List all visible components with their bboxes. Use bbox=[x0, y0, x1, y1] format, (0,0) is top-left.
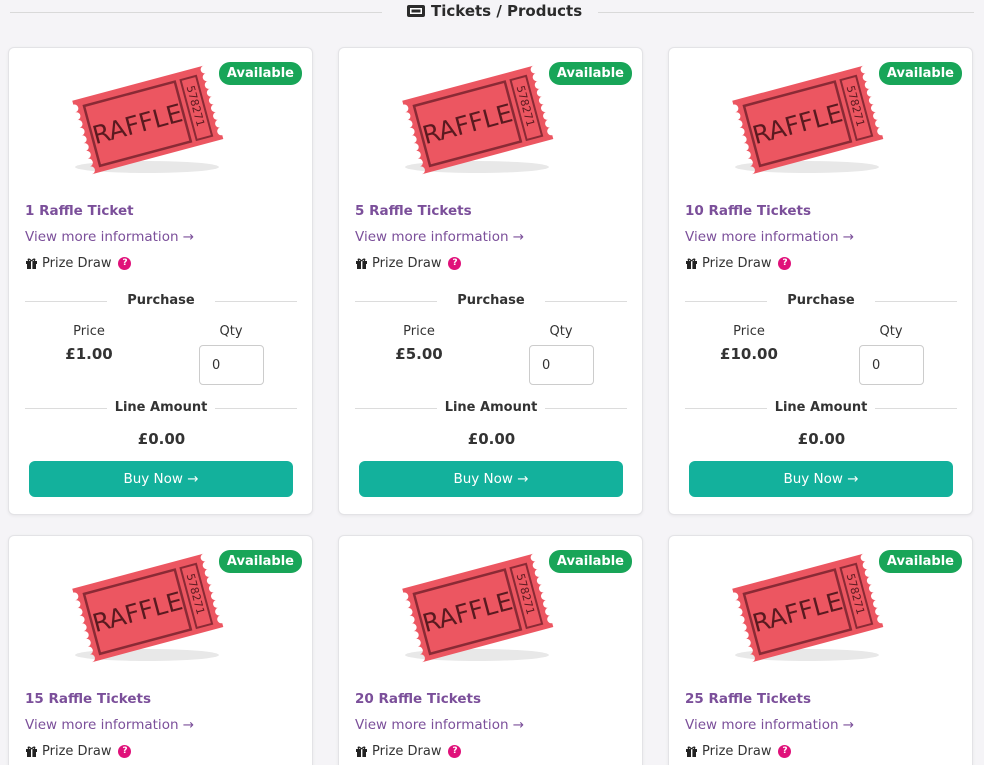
product-card: Available RAFFLE 578271 10 Raffle Ticket… bbox=[668, 47, 973, 515]
buy-now-button[interactable]: Buy Now → bbox=[29, 461, 293, 497]
price-value: £5.00 bbox=[395, 345, 443, 363]
gift-icon bbox=[686, 258, 697, 269]
prize-draw: Prize Draw ? bbox=[25, 256, 132, 271]
product-name: 1 Raffle Ticket bbox=[25, 203, 134, 219]
qty-label: Qty bbox=[879, 324, 903, 339]
view-more-link[interactable]: View more information → bbox=[355, 717, 524, 733]
prize-draw-label: Prize Draw bbox=[702, 256, 772, 271]
help-icon[interactable]: ? bbox=[118, 745, 132, 758]
available-badge: Available bbox=[878, 550, 962, 573]
view-more-link[interactable]: View more information → bbox=[685, 717, 854, 733]
raffle-ticket-image: RAFFLE 578271 bbox=[72, 553, 224, 663]
price-column: Price £5.00 bbox=[369, 324, 469, 363]
product-card: Available RAFFLE 578271 15 Raffle Ticket… bbox=[8, 535, 313, 765]
prize-draw-label: Prize Draw bbox=[42, 256, 112, 271]
available-badge: Available bbox=[878, 62, 962, 85]
prize-draw-label: Prize Draw bbox=[702, 744, 772, 759]
price-column: Price £1.00 bbox=[39, 324, 139, 363]
available-badge: Available bbox=[218, 62, 302, 85]
gift-icon bbox=[686, 746, 697, 757]
product-card: Available RAFFLE 578271 1 Raffle Ticket … bbox=[8, 47, 313, 515]
prize-draw: Prize Draw ? bbox=[355, 256, 462, 271]
help-icon[interactable]: ? bbox=[778, 257, 792, 270]
product-name: 10 Raffle Tickets bbox=[685, 203, 812, 219]
product-name: 20 Raffle Tickets bbox=[355, 691, 482, 707]
qty-input[interactable] bbox=[859, 345, 924, 385]
qty-label: Qty bbox=[219, 324, 243, 339]
purchase-divider: Purchase bbox=[355, 292, 627, 310]
purchase-divider: Purchase bbox=[25, 292, 297, 310]
product-card: Available RAFFLE 578271 5 Raffle Tickets… bbox=[338, 47, 643, 515]
gift-icon bbox=[26, 258, 37, 269]
prize-draw-label: Prize Draw bbox=[372, 256, 442, 271]
available-badge: Available bbox=[548, 550, 632, 573]
price-label: Price bbox=[403, 324, 435, 339]
line-amount-value: £0.00 bbox=[137, 430, 186, 448]
raffle-ticket-image: RAFFLE 578271 bbox=[402, 65, 554, 175]
ticket-icon bbox=[407, 5, 425, 17]
prize-draw: Prize Draw ? bbox=[685, 744, 792, 759]
line-amount-divider: Line Amount bbox=[25, 399, 297, 417]
help-icon[interactable]: ? bbox=[778, 745, 792, 758]
prize-draw: Prize Draw ? bbox=[355, 744, 462, 759]
section-title-text: Tickets / Products bbox=[431, 2, 583, 20]
prize-draw: Prize Draw ? bbox=[685, 256, 792, 271]
available-badge: Available bbox=[548, 62, 632, 85]
view-more-link[interactable]: View more information → bbox=[25, 717, 194, 733]
prize-draw-label: Prize Draw bbox=[42, 744, 112, 759]
line-amount-value: £0.00 bbox=[467, 430, 516, 448]
product-name: 15 Raffle Tickets bbox=[25, 691, 152, 707]
view-more-link[interactable]: View more information → bbox=[355, 229, 524, 245]
gift-icon bbox=[26, 746, 37, 757]
raffle-ticket-image: RAFFLE 578271 bbox=[732, 65, 884, 175]
qty-column: Qty bbox=[509, 324, 613, 385]
line-amount-divider: Line Amount bbox=[685, 399, 957, 417]
prize-draw: Prize Draw ? bbox=[25, 744, 132, 759]
help-icon[interactable]: ? bbox=[118, 257, 132, 270]
line-amount-divider: Line Amount bbox=[355, 399, 627, 417]
help-icon[interactable]: ? bbox=[448, 745, 462, 758]
product-name: 25 Raffle Tickets bbox=[685, 691, 812, 707]
view-more-link[interactable]: View more information → bbox=[685, 229, 854, 245]
section-header: Tickets / Products bbox=[0, 0, 984, 26]
product-card: Available RAFFLE 578271 20 Raffle Ticket… bbox=[338, 535, 643, 765]
price-label: Price bbox=[733, 324, 765, 339]
qty-label: Qty bbox=[549, 324, 573, 339]
qty-input[interactable] bbox=[529, 345, 594, 385]
qty-column: Qty bbox=[179, 324, 283, 385]
price-value: £10.00 bbox=[720, 345, 778, 363]
header-divider-left bbox=[10, 12, 382, 13]
product-card: Available RAFFLE 578271 25 Raffle Ticket… bbox=[668, 535, 973, 765]
gift-icon bbox=[356, 746, 367, 757]
view-more-link[interactable]: View more information → bbox=[25, 229, 194, 245]
purchase-divider: Purchase bbox=[685, 292, 957, 310]
price-column: Price £10.00 bbox=[699, 324, 799, 363]
product-name: 5 Raffle Tickets bbox=[355, 203, 472, 219]
raffle-ticket-image: RAFFLE 578271 bbox=[402, 553, 554, 663]
prize-draw-label: Prize Draw bbox=[372, 744, 442, 759]
buy-now-button[interactable]: Buy Now → bbox=[689, 461, 953, 497]
buy-now-button[interactable]: Buy Now → bbox=[359, 461, 623, 497]
price-value: £1.00 bbox=[65, 345, 113, 363]
gift-icon bbox=[356, 258, 367, 269]
help-icon[interactable]: ? bbox=[448, 257, 462, 270]
qty-input[interactable] bbox=[199, 345, 264, 385]
header-divider-right bbox=[598, 12, 974, 13]
price-label: Price bbox=[73, 324, 105, 339]
qty-column: Qty bbox=[839, 324, 943, 385]
raffle-ticket-image: RAFFLE 578271 bbox=[732, 553, 884, 663]
line-amount-value: £0.00 bbox=[797, 430, 846, 448]
section-title: Tickets / Products bbox=[406, 2, 582, 20]
raffle-ticket-image: RAFFLE 578271 bbox=[72, 65, 224, 175]
available-badge: Available bbox=[218, 550, 302, 573]
